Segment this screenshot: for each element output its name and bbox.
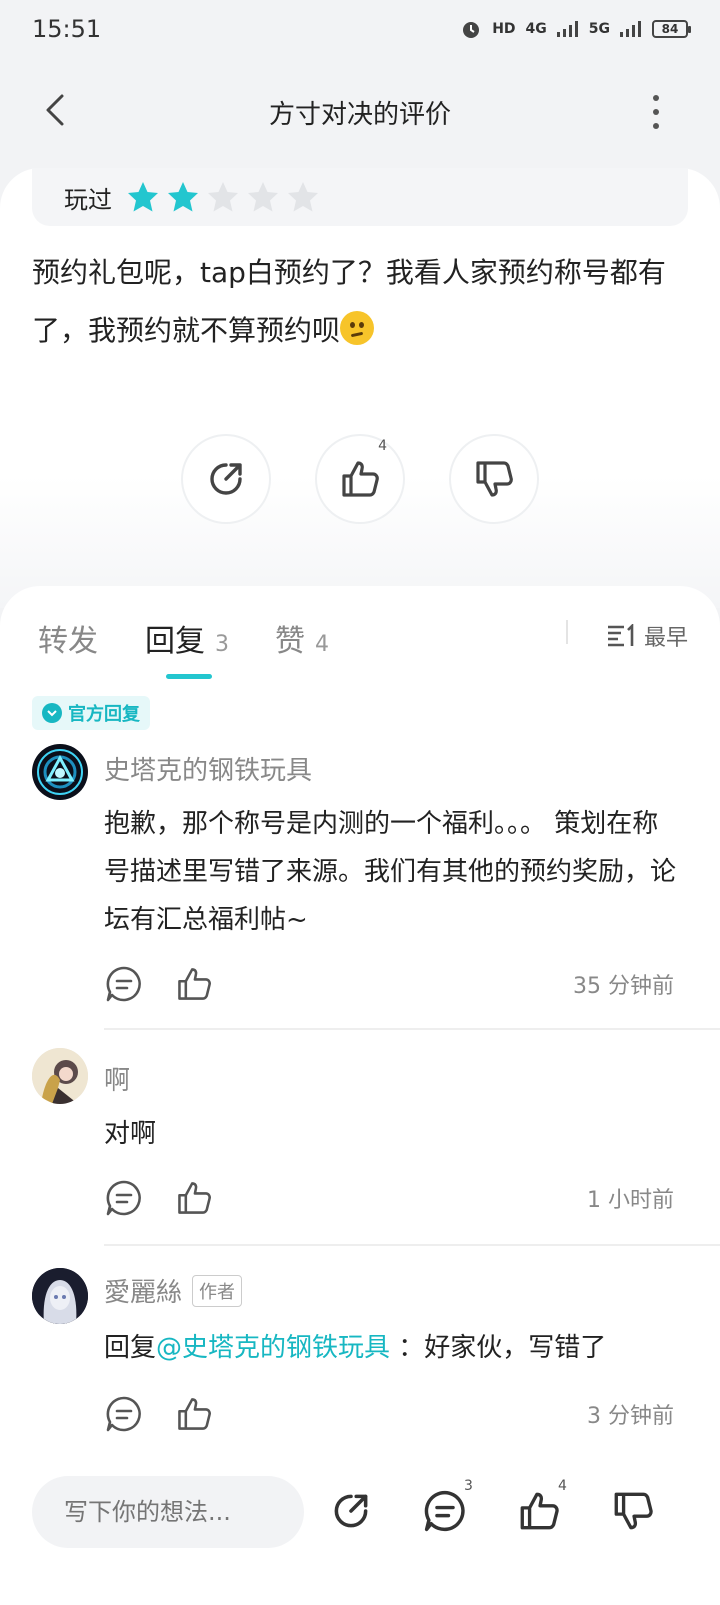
commenter-name[interactable]: 愛麗絲 作者 <box>104 1272 243 1309</box>
dislike-button[interactable] <box>449 434 539 524</box>
thumbs-up-icon[interactable] <box>516 1488 562 1534</box>
commenter-name-text: 愛麗絲 <box>104 1278 183 1308</box>
author-tag: 作者 <box>192 1274 243 1307</box>
thumbs-down-icon <box>476 461 513 497</box>
comment-body: 抱歉，那个称号是内测的一个福利。。。 策划在称号描述里写错了来源。我们有其他的预… <box>104 809 677 935</box>
review-actions: 4 <box>0 434 720 524</box>
status-indicators: HD 4G 5G 84 <box>460 18 691 40</box>
page-title: 方寸对决的评价 <box>268 99 451 130</box>
review-card: 玩过 预约礼包呢，tap白预约了？我看人家预约称号都有了，我预约就不算预约呗 4 <box>0 168 720 608</box>
status-bar: 15:51 HD 4G 5G 84 <box>0 0 720 58</box>
confused-emoji-icon <box>340 311 375 345</box>
comment-count: 3 <box>464 1478 473 1494</box>
comment-body: 对啊 <box>104 1119 157 1149</box>
like-button[interactable]: 4 <box>315 434 405 524</box>
played-label: 玩过 <box>64 185 112 214</box>
reply-text: ：好家伙，写错了 <box>390 1333 607 1363</box>
badge-check-icon <box>42 703 62 723</box>
share-icon[interactable] <box>328 1488 374 1534</box>
star-empty-icon <box>208 182 238 212</box>
tab-replies[interactable]: 回复 3 <box>145 616 229 660</box>
divider <box>104 1244 720 1246</box>
reply-panel: 转发 回复 3 赞4 最早 官方回复 史塔克的钢铁玩具 抱歉，那个称号是内测的一个… <box>0 586 720 1456</box>
sort-divider <box>566 620 568 644</box>
commenter-name[interactable]: 史塔克的钢铁玩具 <box>104 750 312 787</box>
thumbs-up-icon <box>342 461 379 497</box>
tab-forward-label: 转发 <box>38 624 98 659</box>
comment-actions: 35 分钟前 <box>104 962 674 1006</box>
signal-icon <box>620 21 641 37</box>
tab-forward[interactable]: 转发 <box>38 616 98 660</box>
hd-indicator: HD <box>492 21 516 37</box>
active-tab-indicator <box>166 674 212 679</box>
alarm-icon <box>463 22 480 38</box>
thumbs-up-icon[interactable] <box>174 1394 214 1434</box>
comment-input[interactable] <box>32 1476 304 1548</box>
bottom-action-bar: 3 4 <box>0 1456 720 1605</box>
sort-icon <box>607 624 634 647</box>
like-count: 4 <box>558 1478 567 1494</box>
back-arrow-icon[interactable] <box>36 90 76 130</box>
share-button[interactable] <box>181 434 271 524</box>
battery-icon: 84 <box>652 20 691 38</box>
divider <box>104 1028 720 1030</box>
comment-time: 3 分钟前 <box>587 1404 674 1429</box>
thumbs-down-icon[interactable] <box>610 1488 656 1534</box>
network-4g-indicator: 4G <box>525 21 547 37</box>
official-reply-badge: 官方回复 <box>32 696 150 730</box>
signal-icon <box>556 21 578 37</box>
reply-tabs: 转发 回复 3 赞4 最早 <box>0 586 720 682</box>
share-icon <box>210 463 242 495</box>
comment-time: 35 分钟前 <box>573 974 674 999</box>
star-empty-icon <box>288 182 318 212</box>
thumbs-up-icon[interactable] <box>174 1178 214 1218</box>
commenter-name-text: 啊 <box>104 1066 131 1096</box>
tab-replies-count: 3 <box>215 632 229 657</box>
comment-actions: 3 分钟前 <box>104 1392 674 1436</box>
commenter-name[interactable]: 啊 <box>104 1060 130 1097</box>
comment-actions: 1 小时前 <box>104 1176 674 1220</box>
review-text: 预约礼包呢，tap白预约了？我看人家预约称号都有了，我预约就不算预约呗 <box>32 244 692 360</box>
rating-box: 玩过 <box>32 168 688 226</box>
comment-icon[interactable] <box>422 1488 468 1534</box>
network-5g-indicator: 5G <box>588 21 610 37</box>
comment-body: 回复@史塔克的钢铁玩具 ：好家伙，写错了 <box>104 1324 684 1372</box>
anime-character-avatar <box>32 1048 88 1104</box>
tab-likes-label: 赞 <box>275 624 305 659</box>
like-count: 4 <box>378 438 387 454</box>
comment-time: 1 小时前 <box>587 1188 674 1213</box>
commenter-name-text: 史塔克的钢铁玩具 <box>104 756 313 786</box>
thumbs-up-icon[interactable] <box>174 964 214 1004</box>
anime-girl-avatar <box>32 1268 88 1324</box>
star-rating <box>126 180 320 214</box>
reply-icon[interactable] <box>104 1394 144 1434</box>
reply-icon[interactable] <box>104 1178 144 1218</box>
avatar[interactable] <box>32 1268 88 1324</box>
star-filled-icon <box>168 182 198 212</box>
tab-replies-label: 回复 <box>145 624 205 659</box>
reply-icon[interactable] <box>104 964 144 1004</box>
avatar[interactable] <box>32 744 88 800</box>
sort-button[interactable]: 最早 <box>606 620 688 652</box>
top-nav-bar: 方寸对决的评价 <box>0 72 720 152</box>
star-filled-icon <box>128 182 158 212</box>
reply-prefix: 回复 <box>104 1333 157 1363</box>
avatar[interactable] <box>32 1048 88 1104</box>
star-empty-icon <box>248 182 278 212</box>
arc-reactor-avatar <box>37 749 83 795</box>
status-time: 15:51 <box>32 15 102 43</box>
tab-likes[interactable]: 赞4 <box>275 616 329 660</box>
tab-likes-count: 4 <box>315 632 329 657</box>
sort-label: 最早 <box>643 626 688 651</box>
more-vertical-icon[interactable] <box>644 92 668 132</box>
official-badge-label: 官方回复 <box>68 704 140 725</box>
mention-link[interactable]: @史塔克的钢铁玩具 <box>156 1333 390 1363</box>
